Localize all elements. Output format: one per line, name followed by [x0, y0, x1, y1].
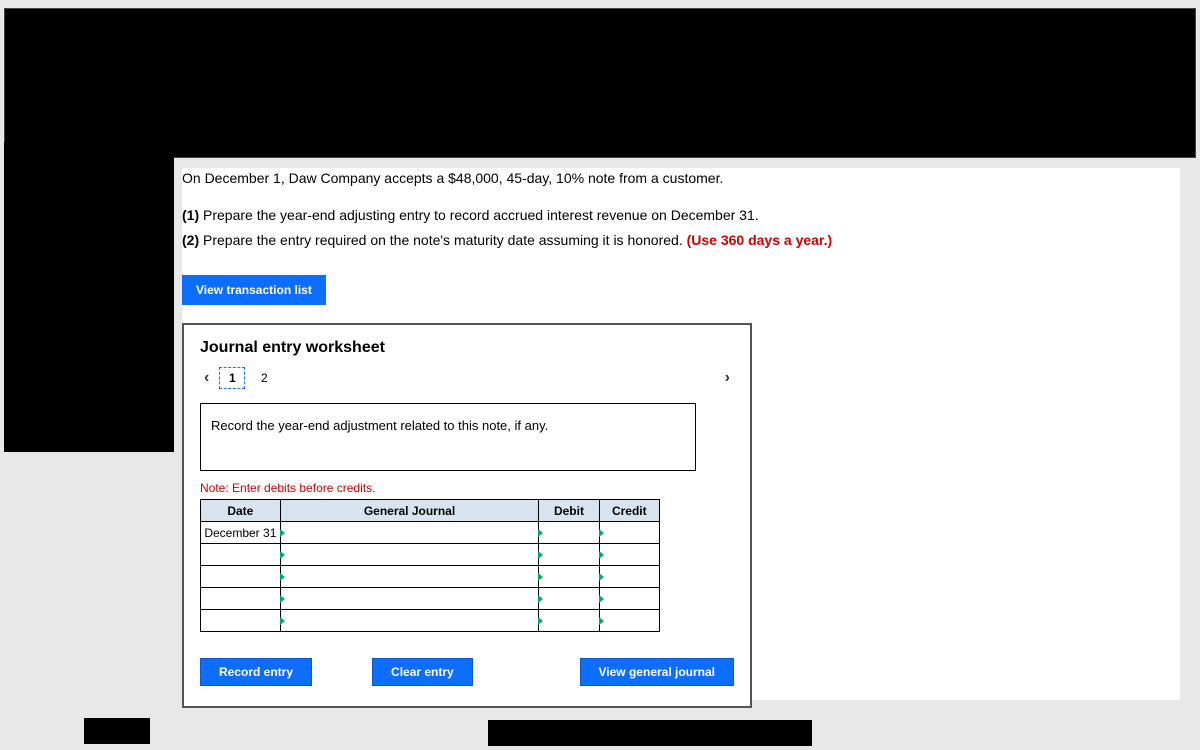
date-cell[interactable]: [201, 588, 281, 610]
journal-entry-table: Date General Journal Debit Credit Decemb…: [200, 499, 660, 632]
credit-cell[interactable]: [599, 588, 659, 610]
credit-cell[interactable]: [599, 566, 659, 588]
entry-instruction: Record the year-end adjustment related t…: [200, 403, 696, 471]
table-row: December 31: [201, 522, 660, 544]
requirement-2: (2) Prepare the entry required on the no…: [182, 230, 1180, 251]
worksheet-button-row: Record entry Clear entry View general jo…: [200, 658, 734, 686]
requirement-1: (1) Prepare the year-end adjusting entry…: [182, 205, 1180, 226]
col-header-date: Date: [201, 500, 281, 522]
debit-cell[interactable]: [539, 522, 599, 544]
account-cell[interactable]: [280, 588, 539, 610]
debit-cell[interactable]: [539, 566, 599, 588]
view-general-journal-button[interactable]: View general journal: [580, 658, 734, 686]
record-entry-button[interactable]: Record entry: [200, 658, 312, 686]
view-transaction-list-button[interactable]: View transaction list: [182, 275, 326, 305]
prev-entry-chevron-icon[interactable]: ‹: [200, 369, 213, 387]
credit-cell[interactable]: [599, 522, 659, 544]
problem-text: On December 1, Daw Company accepts a $48…: [182, 168, 1180, 251]
account-cell[interactable]: [280, 566, 539, 588]
req2-prefix: (2): [182, 232, 203, 248]
req1-prefix: (1): [182, 207, 203, 223]
entry-tab-1[interactable]: 1: [219, 367, 245, 389]
sidebar-blackout: [4, 142, 174, 452]
worksheet-title: Journal entry worksheet: [200, 339, 734, 357]
col-header-credit: Credit: [599, 500, 659, 522]
account-cell[interactable]: [280, 610, 539, 632]
table-row: [201, 566, 660, 588]
date-cell[interactable]: December 31: [201, 522, 281, 544]
credit-cell[interactable]: [599, 610, 659, 632]
account-cell[interactable]: [280, 522, 539, 544]
date-cell[interactable]: [201, 610, 281, 632]
col-header-debit: Debit: [539, 500, 599, 522]
date-cell[interactable]: [201, 566, 281, 588]
date-cell[interactable]: [201, 544, 281, 566]
main-content: On December 1, Daw Company accepts a $48…: [182, 168, 1180, 700]
entry-tab-2[interactable]: 2: [251, 367, 277, 389]
table-row: [201, 588, 660, 610]
next-entry-chevron-icon[interactable]: ›: [721, 369, 734, 387]
debit-cell[interactable]: [539, 544, 599, 566]
problem-intro: On December 1, Daw Company accepts a $48…: [182, 168, 1180, 189]
footer-blackout-center: [488, 720, 812, 746]
clear-entry-button[interactable]: Clear entry: [372, 658, 473, 686]
debit-cell[interactable]: [539, 588, 599, 610]
footer-blackout-left: [84, 718, 150, 744]
journal-entry-worksheet: Journal entry worksheet ‹ 1 2 › Record t…: [182, 323, 752, 708]
req2-red-text: (Use 360 days a year.): [687, 232, 833, 248]
credit-cell[interactable]: [599, 544, 659, 566]
debits-before-credits-note: Note: Enter debits before credits.: [200, 481, 734, 495]
req1-text: Prepare the year-end adjusting entry to …: [203, 207, 759, 223]
worksheet-nav: ‹ 1 2 ›: [200, 367, 734, 389]
header-blackout: [4, 8, 1196, 158]
col-header-general-journal: General Journal: [280, 500, 539, 522]
table-row: [201, 610, 660, 632]
req2-text: Prepare the entry required on the note's…: [203, 232, 687, 248]
debit-cell[interactable]: [539, 610, 599, 632]
account-cell[interactable]: [280, 544, 539, 566]
table-row: [201, 544, 660, 566]
